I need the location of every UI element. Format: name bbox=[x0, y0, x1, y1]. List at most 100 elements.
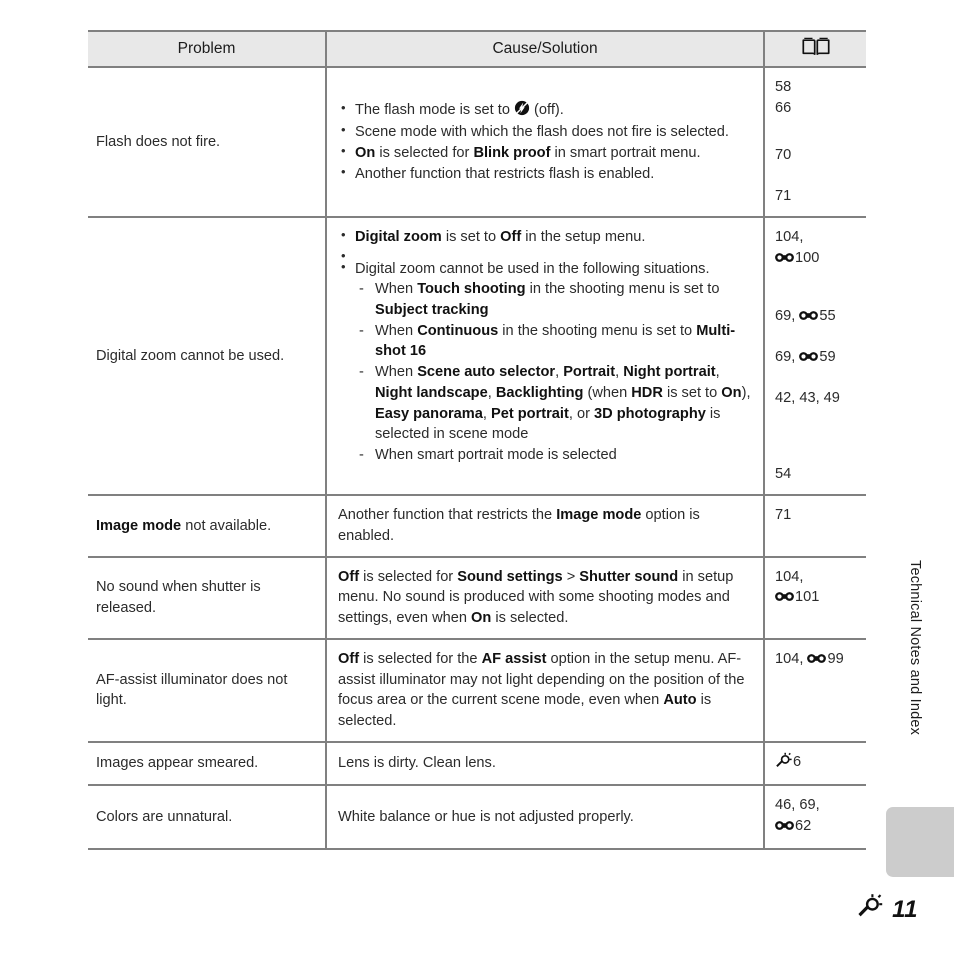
sep: is set to bbox=[662, 384, 722, 401]
cell-reference: 71 bbox=[763, 495, 866, 558]
reference-page: 58 bbox=[775, 79, 792, 95]
reference-number: 6 bbox=[793, 753, 802, 770]
text-mid: in the shooting menu is set to bbox=[525, 281, 720, 298]
cell-problem: No sound when shutter is released. bbox=[88, 556, 326, 640]
table-header-row: Problem Cause/Solution bbox=[88, 30, 866, 68]
sep: , bbox=[555, 364, 564, 381]
cell-reference: 58 66 70 71 bbox=[763, 67, 866, 218]
bold-scene-auto-selector: Scene auto selector bbox=[417, 364, 556, 381]
cause-list: The flash mode is set to (off). Scene mo… bbox=[338, 99, 753, 185]
cell-problem: Colors are unnatural. bbox=[88, 785, 326, 850]
list-item: Digital zoom is set to Off in the setup … bbox=[338, 226, 753, 248]
reference-page: 104, bbox=[775, 228, 804, 245]
reference-page-with-icon: 69, 55 bbox=[775, 306, 860, 329]
list-item: Digital zoom cannot be used in the follo… bbox=[338, 258, 753, 466]
sep: , bbox=[482, 405, 491, 422]
manual-reference-icon bbox=[775, 818, 794, 839]
list-item: Scene mode with which the flash does not… bbox=[338, 121, 753, 143]
text-end: in the setup menu. bbox=[521, 228, 646, 245]
bold-on: On bbox=[471, 610, 492, 627]
manual-reference-icon bbox=[775, 250, 794, 271]
bold-backlighting: Backlighting bbox=[495, 384, 584, 401]
table-row: Flash does not fire. The flash mode is s… bbox=[88, 67, 866, 218]
text-pre: When bbox=[375, 364, 418, 381]
reference-page: 71 bbox=[775, 507, 792, 524]
bold-easy-panorama: Easy panorama bbox=[375, 405, 483, 422]
bold-3d-photography: 3D photography bbox=[593, 405, 706, 422]
reference-number: 62 bbox=[795, 818, 812, 835]
sep: (when bbox=[583, 384, 632, 401]
reference-page-with-icon: 104, 99 bbox=[775, 649, 860, 672]
bold-image-mode: Image mode bbox=[556, 507, 642, 524]
bold-image-mode: Image mode bbox=[96, 517, 182, 534]
reference-page-with-icon: 62 bbox=[775, 816, 860, 839]
bold-off: Off bbox=[338, 650, 360, 667]
text-pre: Another function that restricts the bbox=[338, 507, 557, 524]
bullet-text: Scene mode with which the flash does not… bbox=[355, 124, 729, 141]
reference-page: 70 bbox=[775, 147, 792, 164]
sep: is selected for the bbox=[359, 650, 482, 667]
reference-prefix: 69, bbox=[775, 308, 800, 325]
cell-cause-solution: Another function that restricts the Imag… bbox=[325, 495, 764, 558]
sep: , or bbox=[568, 405, 594, 422]
cell-cause-solution: Digital zoom is set to Off in the setup … bbox=[325, 216, 764, 497]
reference-number: 59 bbox=[819, 349, 836, 366]
bold-continuous: Continuous bbox=[417, 322, 499, 339]
bold-night-landscape: Night landscape bbox=[375, 384, 488, 401]
text-mid: in the shooting menu is set to bbox=[498, 322, 697, 339]
reference-number: 55 bbox=[819, 308, 836, 325]
cell-reference: 46, 69, 62 bbox=[763, 785, 866, 850]
manual-reference-icon bbox=[807, 651, 827, 672]
text-mid: is set to bbox=[441, 228, 501, 245]
section-tab-marker bbox=[886, 807, 954, 877]
table-row: Colors are unnatural. White balance or h… bbox=[88, 785, 866, 850]
bullet-text: Digital zoom cannot be used in the follo… bbox=[355, 260, 710, 277]
bold-on: On bbox=[721, 384, 742, 401]
reference-number: 99 bbox=[827, 650, 844, 667]
cause-list: Digital zoom is set to Off in the setup … bbox=[338, 226, 753, 466]
table-row: Images appear smeared. Lens is dirty. Cl… bbox=[88, 741, 866, 787]
list-item: When Touch shooting in the shooting menu… bbox=[355, 279, 753, 320]
list-item: When Scene auto selector, Portrait, Nigh… bbox=[355, 362, 753, 445]
sep: ), bbox=[741, 384, 751, 401]
cell-reference: 104, 101 bbox=[763, 556, 866, 640]
column-header-cause-solution: Cause/Solution bbox=[325, 30, 764, 68]
cell-reference: 104, 99 bbox=[763, 638, 866, 743]
table-row: Image mode not available. Another functi… bbox=[88, 495, 866, 558]
reference-page: 54 bbox=[775, 466, 792, 483]
bold-touch-shooting: Touch shooting bbox=[417, 281, 526, 298]
troubleshooting-table: Problem Cause/Solution Flash does not fi… bbox=[88, 30, 866, 850]
wrench-icon bbox=[775, 752, 792, 776]
dash-text: When smart portrait mode is selected bbox=[375, 447, 617, 464]
manual-page: Problem Cause/Solution Flash does not fi… bbox=[0, 0, 954, 954]
page-footer: 11 bbox=[0, 893, 918, 926]
text-pre: When bbox=[375, 281, 418, 298]
book-icon bbox=[801, 37, 830, 62]
cell-cause-solution: Off is selected for the AF assist option… bbox=[325, 638, 764, 743]
bold-digital-zoom: Digital zoom bbox=[355, 228, 442, 245]
cell-cause-solution: The flash mode is set to (off). Scene mo… bbox=[325, 67, 764, 218]
manual-reference-icon bbox=[799, 308, 819, 329]
column-header-problem: Problem bbox=[88, 30, 326, 68]
bullet-text-before: The flash mode is set to bbox=[355, 101, 514, 118]
column-header-reference bbox=[763, 30, 866, 68]
wrench-icon bbox=[857, 894, 890, 925]
bold-sound-settings: Sound settings bbox=[457, 568, 563, 585]
bold-pet-portrait: Pet portrait bbox=[491, 405, 569, 422]
bold-off: Off bbox=[500, 228, 522, 245]
reference-page-with-icon: 6 bbox=[775, 752, 860, 776]
bullet-text: Another function that restricts flash is… bbox=[355, 165, 655, 182]
bold-blink-proof: Blink proof bbox=[473, 144, 551, 161]
list-item: When smart portrait mode is selected bbox=[355, 445, 753, 466]
problem-text: not available. bbox=[181, 517, 272, 534]
bold-auto: Auto bbox=[663, 692, 697, 709]
sep: is selected. bbox=[491, 610, 569, 627]
table-row: Digital zoom cannot be used. Digital zoo… bbox=[88, 216, 866, 497]
reference-page: 104, bbox=[775, 568, 804, 585]
reference-page-with-icon: 101 bbox=[775, 587, 860, 610]
reference-prefix: 69, bbox=[775, 349, 800, 366]
bullet-text-after: (off). bbox=[530, 101, 564, 118]
text-mid: is selected for bbox=[375, 144, 474, 161]
cell-problem: Digital zoom cannot be used. bbox=[88, 216, 326, 497]
reference-number: 101 bbox=[795, 589, 820, 606]
